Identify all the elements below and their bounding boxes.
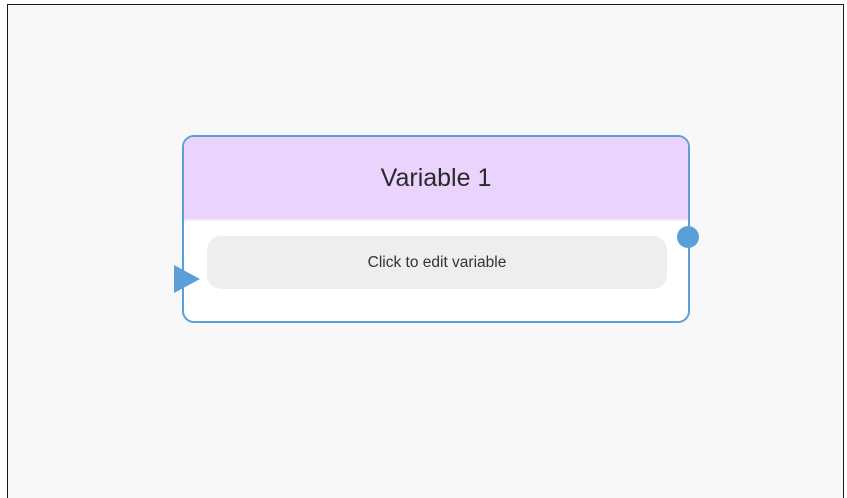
node-title: Variable 1: [380, 163, 492, 192]
edit-variable-button[interactable]: Click to edit variable: [207, 236, 667, 289]
input-port-icon[interactable]: [174, 265, 200, 293]
output-port-icon[interactable]: [677, 226, 699, 248]
node-divider: [184, 219, 688, 221]
node-header: Variable 1: [184, 137, 688, 219]
variable-node[interactable]: Variable 1 Click to edit variable: [182, 135, 690, 323]
